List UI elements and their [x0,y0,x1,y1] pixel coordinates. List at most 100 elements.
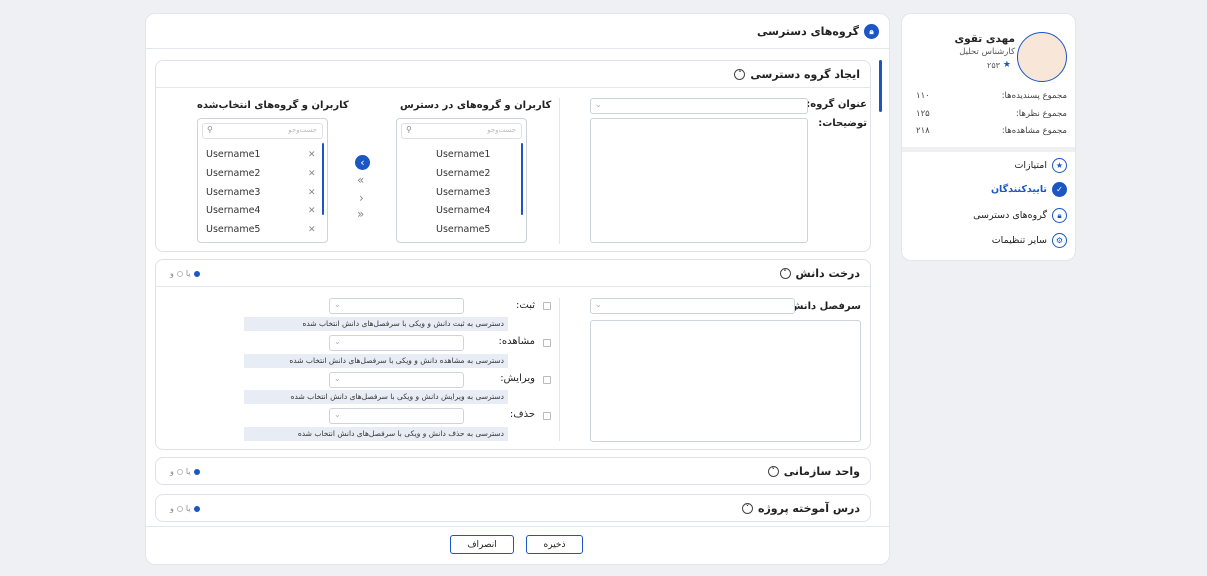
view-checkbox[interactable] [543,339,551,347]
menu-item-access-groups[interactable]: 🔒︎ گروه‌های دسترسی [973,208,1067,223]
divider [146,48,889,49]
chevron-down-icon: ⌄ [595,100,602,109]
and-radio[interactable] [176,468,183,475]
selected-users-list: جست‌وجو ⚲ Username1 Username2 Username3 … [197,118,328,243]
chevron-down-icon: ⌄ [334,374,341,383]
or-radio[interactable] [193,468,200,475]
knowledge-heading-label: سرفصل دانش [789,301,861,312]
group-name-select[interactable]: ⌄ [590,98,808,114]
gear-icon: ⚙ [1052,233,1067,248]
or-radio[interactable] [193,270,200,277]
list-item[interactable]: Username3 [436,187,490,198]
divider [156,286,870,287]
search-input[interactable]: جست‌وجو ⚲ [401,123,522,139]
chevron-down-icon: ⌄ [334,337,341,346]
and-or-toggle[interactable]: یا و [170,467,200,476]
and-radio[interactable] [176,505,183,512]
search-icon: ⚲ [207,125,213,134]
edit-note: دسترسی به ویرایش دانش و ویکی با سرفصل‌ها… [244,390,508,404]
view-note: دسترسی به مشاهده دانش و ویکی با سرفصل‌ها… [244,354,508,368]
chevron-up-icon[interactable]: ˄ [734,69,746,80]
knowledge-heading-select[interactable]: ⌄ [590,298,795,314]
description-label: توضیحات: [818,118,867,129]
lock-icon: 🔒︎ [864,24,879,39]
section-header[interactable]: ایجاد گروه دسترسی ˄ [734,68,860,81]
chevron-down-icon: ⌄ [334,410,341,419]
list-item[interactable]: Username5 [436,224,490,235]
register-label: ثبت: [516,300,535,311]
register-select[interactable]: ⌄ [329,298,464,314]
group-name-label: عنوان گروه: [806,99,867,110]
stat-likes-label: مجموع پسندیده‌ها: [1001,91,1067,101]
list-item[interactable]: Username3 [206,187,260,198]
search-input[interactable]: جست‌وجو ⚲ [202,123,323,139]
save-button[interactable]: ذخیره [526,535,583,554]
chevron-up-icon[interactable]: ˄ [779,268,791,279]
close-icon[interactable]: ✕ [308,150,316,160]
close-icon[interactable]: ✕ [308,206,316,216]
menu-item-points[interactable]: ★ امتیازات [1014,158,1067,173]
section-header[interactable]: درس آموخته پروژه ˅ [741,502,860,515]
profile-card: مهدی تقوی کارشناس تحلیل ★ ۲۵۳ مجموع پسند… [901,13,1076,261]
available-users-title: کاربران و گروه‌های در دسترس [400,100,552,111]
list-item[interactable]: Username2 [206,168,260,179]
and-or-toggle[interactable]: یا و [170,504,200,513]
move-all-right-button[interactable]: » [357,207,364,221]
lock-icon: 🔒︎ [1052,208,1067,223]
list-item[interactable]: Username4 [206,205,260,216]
profile-role: کارشناس تحلیل [959,47,1015,57]
divider [156,87,870,88]
menu-item-other-settings[interactable]: ⚙ سایر تنظیمات [992,233,1067,248]
selected-users-title: کاربران و گروه‌های انتخاب‌شده [197,100,349,111]
profile-score: ★ ۲۵۳ [987,60,1011,70]
and-or-toggle[interactable]: یا و [170,269,200,278]
view-select[interactable]: ⌄ [329,335,464,351]
avatar [1017,32,1067,82]
chevron-down-icon[interactable]: ˅ [767,466,779,477]
register-note: دسترسی به ثبت دانش و ویکی با سرفصل‌های د… [244,317,508,331]
divider [146,526,889,527]
delete-checkbox[interactable] [543,412,551,420]
knowledge-heading-textarea[interactable] [590,320,861,442]
section-header[interactable]: واحد سازمانی ˅ [767,465,860,478]
lessons-learned-section: درس آموخته پروژه ˅ یا و [155,494,871,522]
and-radio[interactable] [176,270,183,277]
stat-likes-value: ۱۱۰ [916,91,930,101]
delete-select[interactable]: ⌄ [329,408,464,424]
search-icon: ⚲ [406,125,412,134]
move-all-left-button[interactable]: « [357,173,364,187]
or-radio[interactable] [193,505,200,512]
scrollbar[interactable] [322,143,324,215]
star-icon: ★ [1002,60,1011,70]
list-item[interactable]: Username2 [436,168,490,179]
check-icon: ✓ [1052,182,1067,197]
close-icon[interactable]: ✕ [308,225,316,235]
divider [559,298,560,441]
page-title: 🔒︎ گروه‌های دسترسی [757,24,879,39]
scrollbar[interactable] [521,143,523,215]
list-item[interactable]: Username1 [436,149,490,160]
list-item[interactable]: Username4 [436,205,490,216]
section-header[interactable]: درخت دانش ˄ [779,267,860,280]
stat-views-label: مجموع مشاهده‌ها: [1001,126,1067,136]
edit-checkbox[interactable] [543,376,551,384]
close-icon[interactable]: ✕ [308,169,316,179]
delete-label: حذف: [509,409,535,420]
stat-views-value: ۲۱۸ [916,126,930,136]
chevron-down-icon[interactable]: ˅ [741,503,753,514]
chevron-down-icon: ⌄ [595,300,602,309]
cancel-button[interactable]: انصراف [450,535,514,554]
description-textarea[interactable] [590,118,808,243]
register-checkbox[interactable] [543,302,551,310]
list-item[interactable]: Username5 [206,224,260,235]
page-scrollbar[interactable] [879,60,882,112]
menu-item-approvers[interactable]: ✓ تاییدکنندگان [991,182,1067,197]
edit-select[interactable]: ⌄ [329,372,464,388]
list-item[interactable]: Username1 [206,149,260,160]
close-icon[interactable]: ✕ [308,188,316,198]
org-unit-section: واحد سازمانی ˅ یا و [155,457,871,485]
move-left-button[interactable]: ‹ [355,155,370,170]
star-icon: ★ [1052,158,1067,173]
stat-comments-value: ۱۲۵ [916,109,930,119]
move-right-button[interactable]: › [359,191,364,205]
